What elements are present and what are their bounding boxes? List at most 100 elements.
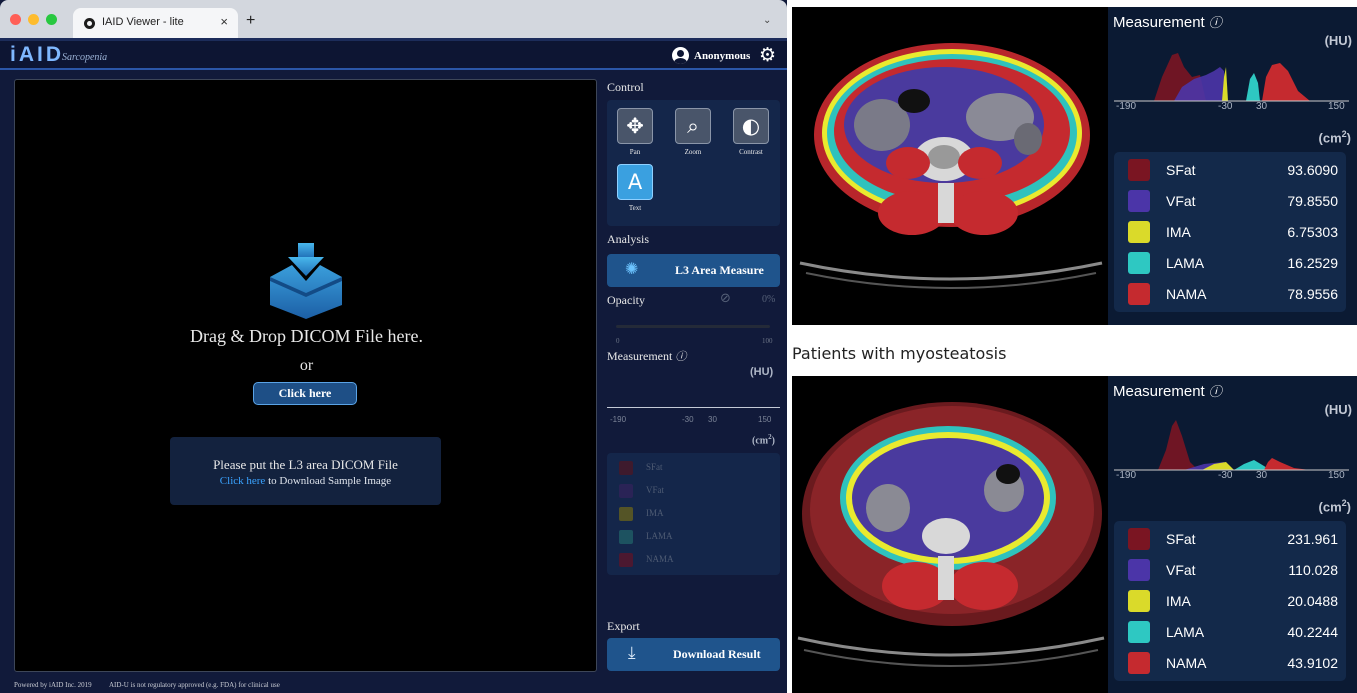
result-name: LAMA [1166, 255, 1205, 271]
app-header: iAID Sarcopenia Anonymous ⚙ [0, 38, 787, 70]
info-subtitle: Click here to Download Sample Image [170, 475, 441, 487]
result-swatch [1128, 283, 1150, 305]
info-rest-text: to Download Sample Image [265, 475, 392, 487]
text-tool-icon: A [617, 164, 653, 200]
opacity-slider[interactable] [616, 325, 770, 328]
click-here-button[interactable]: Click here [253, 382, 357, 405]
info-icon[interactable]: ⓘ [675, 351, 686, 363]
result-row: IMA 6.75303 [1128, 220, 1338, 244]
result-row: SFat 93.6090 [1128, 158, 1338, 182]
legend-label: LAMA [646, 531, 673, 541]
measurement-label: Measurement ⓘ [607, 348, 686, 364]
measurement-title: Measurement ⓘ [1113, 12, 1222, 31]
sample-download-link[interactable]: Click here [220, 475, 266, 487]
export-section-label: Export [607, 619, 640, 633]
close-window-button[interactable] [10, 14, 21, 25]
legend-swatch [619, 461, 633, 475]
info-icon[interactable]: ⓘ [1209, 16, 1222, 31]
hu-tick: -30 [682, 415, 694, 424]
result-name: IMA [1166, 224, 1191, 240]
result-row: NAMA 78.9556 [1128, 282, 1338, 306]
info-icon[interactable]: ⓘ [1209, 385, 1222, 400]
analysis-section-label: Analysis [607, 232, 649, 246]
ct-scan-image-case-2 [792, 376, 1108, 693]
user-avatar-icon[interactable] [672, 47, 689, 64]
results-table-case-1: SFat 93.6090 VFat 79.8550 IMA 6.75303 LAMA 1… [1114, 152, 1346, 312]
eye-off-icon[interactable]: ⊘ [720, 291, 731, 306]
result-name: NAMA [1166, 655, 1207, 671]
result-name: SFat [1166, 531, 1196, 547]
result-name: SFat [1166, 162, 1196, 178]
measurement-title-text: Measurement [1113, 14, 1205, 31]
text-tool-button[interactable]: A Text [615, 164, 655, 212]
legend-label: NAMA [646, 554, 674, 564]
tab-close-icon[interactable]: × [220, 14, 228, 29]
l3-area-measure-button[interactable]: ✺ L3 Area Measure [607, 254, 780, 287]
info-title: Please put the L3 area DICOM File [213, 457, 398, 472]
footer-powered-text: Powered by iAID Inc. 2019 [14, 681, 92, 689]
pan-icon: ✥ [617, 108, 653, 144]
result-name: VFat [1166, 193, 1196, 209]
legend-label: SFat [646, 462, 663, 472]
result-name: VFat [1166, 562, 1196, 578]
app-window: IAID Viewer - lite × + ⌄ iAID Sarcopenia… [0, 0, 787, 693]
result-swatch [1128, 252, 1150, 274]
opacity-max-label: 100 [762, 337, 773, 345]
legend-swatch [619, 530, 633, 544]
result-name: LAMA [1166, 624, 1205, 640]
result-row: LAMA 40.2244 [1128, 620, 1338, 644]
tab-menu-chevron-icon[interactable]: ⌄ [763, 15, 771, 26]
result-name: IMA [1166, 593, 1191, 609]
area-unit-text: (cm [752, 435, 769, 447]
pan-tool-label: Pan [629, 148, 641, 156]
download-button-label: Download Result [673, 647, 761, 661]
settings-gear-icon[interactable]: ⚙ [759, 44, 776, 66]
hu-tick: 150 [1328, 470, 1345, 481]
minimize-window-button[interactable] [28, 14, 39, 25]
result-value: 6.75303 [1287, 224, 1338, 240]
zoom-icon: ⌕ [675, 108, 711, 144]
logo: iAID [10, 43, 64, 66]
hu-tick: -190 [610, 415, 627, 424]
area-unit-text: (cm [1318, 130, 1342, 146]
zoom-tool-label: Zoom [684, 148, 702, 156]
maximize-window-button[interactable] [46, 14, 57, 25]
result-swatch [1128, 559, 1150, 581]
measurement-title: Measurement ⓘ [1113, 381, 1222, 400]
area-unit-close: ) [1346, 130, 1351, 146]
result-swatch [1128, 652, 1150, 674]
area-unit-close: ) [771, 435, 775, 447]
screenshot-root: IAID Viewer - lite × + ⌄ iAID Sarcopenia… [0, 0, 1357, 693]
new-tab-button[interactable]: + [246, 12, 255, 30]
histogram-axis [607, 407, 780, 408]
hu-tick: 150 [1328, 101, 1345, 112]
result-value: 43.9102 [1287, 655, 1338, 671]
hu-tick: -30 [1218, 101, 1233, 112]
ct-scan-image-case-1 [792, 7, 1108, 325]
dicom-drop-area[interactable]: Drag & Drop DICOM File here. or Click he… [14, 79, 597, 672]
result-swatch [1128, 528, 1150, 550]
opacity-min-label: 0 [616, 337, 620, 345]
result-swatch [1128, 190, 1150, 212]
legend-box: SFat VFat IMA LAMA NAMA [607, 453, 780, 575]
browser-tab[interactable]: IAID Viewer - lite × [73, 8, 238, 38]
user-name[interactable]: Anonymous [694, 50, 750, 62]
result-value: 110.028 [1288, 562, 1338, 578]
pan-tool-button[interactable]: ✥ Pan [615, 108, 655, 156]
contrast-tool-label: Contrast [739, 148, 763, 156]
tab-title: IAID Viewer - lite [102, 16, 184, 28]
contrast-tool-button[interactable]: ◐ Contrast [731, 108, 771, 156]
result-value: 40.2244 [1287, 624, 1338, 640]
result-name: NAMA [1166, 286, 1207, 302]
control-section-label: Control [607, 80, 644, 94]
zoom-tool-button[interactable]: ⌕ Zoom [673, 108, 713, 156]
hu-histogram-case-2 [1114, 420, 1349, 471]
tool-box: ✥ Pan ⌕ Zoom ◐ Contrast A Text [607, 100, 780, 226]
ct-scan-drawing [799, 43, 1103, 289]
hu-tick: 30 [708, 415, 717, 424]
figure-caption: Patients with myosteatosis [792, 344, 1007, 363]
download-result-button[interactable]: ⤓ Download Result [607, 638, 780, 671]
result-row: IMA 20.0488 [1128, 589, 1338, 613]
legend-swatch [619, 553, 633, 567]
download-tray-icon: ⤓ [628, 643, 636, 663]
